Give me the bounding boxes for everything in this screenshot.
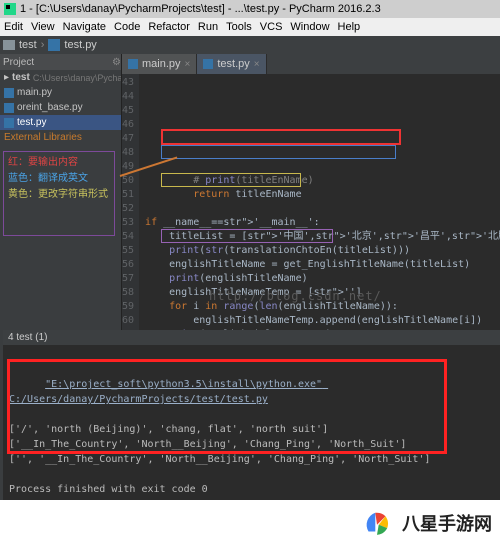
gear-icon[interactable]: ⚙ [112, 57, 121, 68]
menu-window[interactable]: Window [290, 21, 329, 33]
folder-icon: ▸ [4, 72, 9, 83]
folder-icon [3, 39, 15, 51]
tab-main[interactable]: main.py × [122, 54, 197, 74]
highlight-yellow [161, 173, 301, 187]
tab-test[interactable]: test.py × [197, 54, 266, 74]
highlight-blue [161, 145, 396, 159]
chevron-right-icon: › [41, 39, 45, 51]
tree-root[interactable]: ▸ test C:\Users\danay\PycharmProjects\te… [0, 70, 121, 85]
editor-tabs: main.py × test.py × [122, 54, 500, 74]
menu-code[interactable]: Code [114, 21, 140, 33]
output-highlight [7, 359, 447, 454]
menu-help[interactable]: Help [338, 21, 361, 33]
project-tree: ▸ test C:\Users\danay\PycharmProjects\te… [0, 70, 121, 145]
menu-run[interactable]: Run [198, 21, 218, 33]
close-icon[interactable]: × [185, 59, 191, 70]
close-icon[interactable]: × [254, 59, 260, 70]
annotation-overlay: 红：要输出内容 蓝色：翻译成英文 黄色：更改字符串形式 [3, 151, 115, 236]
python-file-icon [4, 118, 14, 128]
python-file-icon [128, 59, 138, 69]
menu-edit[interactable]: Edit [4, 21, 23, 33]
breadcrumb: test › test.py [0, 36, 500, 54]
breadcrumb-root[interactable]: test [19, 39, 37, 51]
highlight-red [161, 129, 401, 145]
ide-window: 1 - [C:\Users\danay\PycharmProjects\test… [0, 0, 500, 500]
menubar: Edit View Navigate Code Refactor Run Too… [0, 18, 500, 36]
tree-file-main[interactable]: main.py [0, 85, 121, 100]
tree-item-label: oreint_base.py [17, 102, 83, 113]
menu-refactor[interactable]: Refactor [148, 21, 190, 33]
tree-item-label: External Libraries [4, 132, 82, 143]
tree-item-label: test.py [17, 117, 46, 128]
annot-blue: 蓝色：翻译成英文 [8, 171, 110, 187]
annot-red: 红：要输出内容 [8, 155, 110, 171]
watermark: http://blog.csdn.net/ [209, 289, 382, 303]
run-panel: 4 test (1) "E:\project_soft\python3.5\in… [3, 330, 500, 500]
tab-label: main.py [142, 58, 181, 70]
tab-label: test.py [217, 58, 249, 70]
tree-item-label: main.py [17, 87, 52, 98]
tree-file-oreint[interactable]: oreint_base.py [0, 100, 121, 115]
page-footer: 八星手游网 [0, 500, 500, 546]
menu-view[interactable]: View [31, 21, 55, 33]
project-header-label: Project [3, 57, 34, 68]
tree-root-label: test [12, 72, 30, 83]
python-file-icon [48, 39, 60, 51]
python-file-icon [203, 59, 213, 69]
site-name: 八星手游网 [402, 510, 492, 536]
menu-vcs[interactable]: VCS [260, 21, 283, 33]
menu-tools[interactable]: Tools [226, 21, 252, 33]
tree-external-libs[interactable]: External Libraries [0, 130, 121, 145]
tree-file-test[interactable]: test.py [0, 115, 121, 130]
run-output[interactable]: "E:\project_soft\python3.5\install\pytho… [3, 345, 500, 500]
tree-root-path: C:\Users\danay\PycharmProjects\test [33, 73, 122, 83]
python-file-icon [4, 103, 14, 113]
title-bar[interactable]: 1 - [C:\Users\danay\PycharmProjects\test… [0, 0, 500, 18]
menu-navigate[interactable]: Navigate [63, 21, 106, 33]
annot-yellow: 黄色：更改字符串形式 [8, 187, 110, 203]
run-tab[interactable]: 4 test (1) [3, 330, 500, 345]
project-panel-header[interactable]: Project ⚙ [0, 54, 121, 70]
breadcrumb-file[interactable]: test.py [64, 39, 96, 51]
python-file-icon [4, 88, 14, 98]
highlight-purple [161, 229, 333, 243]
site-logo-icon [360, 506, 394, 540]
pycharm-icon [4, 3, 16, 15]
title-text: 1 - [C:\Users\danay\PycharmProjects\test… [20, 3, 381, 15]
